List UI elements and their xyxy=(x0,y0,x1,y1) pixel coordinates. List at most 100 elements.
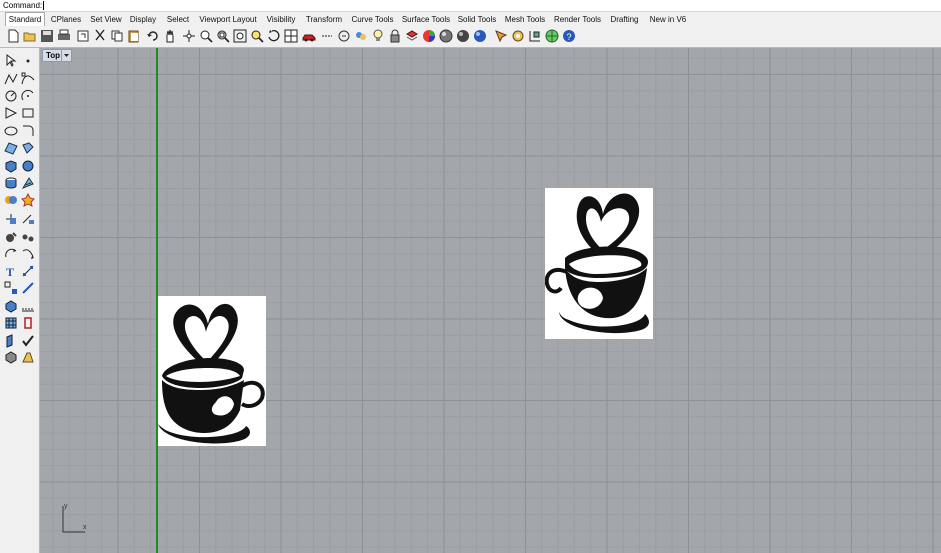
move-icon[interactable] xyxy=(4,212,18,226)
fillet-icon[interactable] xyxy=(21,124,35,138)
rotate-view-icon[interactable] xyxy=(267,29,281,43)
tab-surface-tools[interactable]: Surface Tools xyxy=(400,13,452,26)
sphere-icon[interactable] xyxy=(456,29,470,43)
paste-icon[interactable] xyxy=(127,29,141,43)
pan-icon[interactable] xyxy=(163,29,177,43)
lock-icon[interactable] xyxy=(388,29,402,43)
zoom-icon[interactable] xyxy=(199,29,213,43)
coffee-cup-picture[interactable] xyxy=(158,296,266,446)
check-icon[interactable] xyxy=(21,334,35,348)
curve-icon[interactable] xyxy=(21,72,35,86)
circle-icon[interactable] xyxy=(4,89,18,103)
standard-toolbar: ? xyxy=(0,26,941,48)
zoom-extents-icon[interactable] xyxy=(233,29,247,43)
tab-select[interactable]: Select xyxy=(164,13,192,26)
tab-solid-tools[interactable]: Solid Tools xyxy=(456,13,498,26)
mesh-grid-icon[interactable] xyxy=(4,316,18,330)
tab-new-in-v6[interactable]: New in V6 xyxy=(647,13,689,26)
coffee-cup-picture[interactable] xyxy=(544,188,653,339)
select-icon[interactable] xyxy=(320,29,334,43)
top-viewport[interactable]: Top y x xyxy=(40,48,941,553)
tab-standard[interactable]: Standard xyxy=(5,12,45,27)
point-icon[interactable] xyxy=(21,54,35,68)
grid-snap-icon[interactable] xyxy=(21,299,35,313)
light-icon[interactable] xyxy=(371,29,385,43)
circle-icon[interactable] xyxy=(337,29,351,43)
render-icon[interactable] xyxy=(439,29,453,43)
globe-icon[interactable] xyxy=(545,29,559,43)
tab-mesh-tools[interactable]: Mesh Tools xyxy=(503,13,547,26)
car-icon[interactable] xyxy=(302,29,316,43)
command-line[interactable]: Command: xyxy=(0,0,941,12)
polygon-icon[interactable] xyxy=(4,106,18,120)
viewport-menu-chevron-icon[interactable] xyxy=(61,49,72,62)
paint-icon[interactable] xyxy=(21,350,35,364)
print-icon[interactable] xyxy=(57,29,71,43)
color-icon[interactable] xyxy=(422,29,436,43)
viewport-layout-icon[interactable] xyxy=(284,29,298,43)
tools-icon[interactable] xyxy=(494,29,508,43)
coffee-cup-heart-image xyxy=(158,303,265,444)
ellipse-icon[interactable] xyxy=(4,124,18,138)
toolbar-tabs: Standard CPlanes Set View Display Select… xyxy=(0,12,941,27)
split-icon[interactable]: T xyxy=(4,264,18,278)
mesh-icon[interactable] xyxy=(21,176,35,190)
cage-icon[interactable] xyxy=(21,316,35,330)
render-settings-icon[interactable] xyxy=(4,350,18,364)
import-icon[interactable] xyxy=(76,29,90,43)
grid-snap-icon[interactable] xyxy=(528,29,542,43)
material-icon[interactable] xyxy=(473,29,487,43)
text-icon[interactable] xyxy=(4,230,18,244)
cut-icon[interactable] xyxy=(93,29,107,43)
trim-icon[interactable] xyxy=(21,247,35,261)
tab-curve-tools[interactable]: Curve Tools xyxy=(350,13,395,26)
tab-visibility[interactable]: Visibility xyxy=(263,13,299,26)
tab-viewport-layout[interactable]: Viewport Layout xyxy=(197,13,259,26)
open-icon[interactable] xyxy=(23,29,37,43)
undo-icon[interactable] xyxy=(146,29,160,43)
save-icon[interactable] xyxy=(40,29,54,43)
copy-icon[interactable] xyxy=(110,29,124,43)
help-icon[interactable]: ? xyxy=(562,29,576,43)
join-icon[interactable] xyxy=(21,264,35,278)
analyze-icon[interactable] xyxy=(4,334,18,348)
y-axis-label: y xyxy=(64,503,68,510)
surface-icon[interactable] xyxy=(4,141,18,155)
coffee-cup-heart-image xyxy=(544,193,649,334)
tab-cplanes[interactable]: CPlanes xyxy=(49,13,83,26)
tab-set-view[interactable]: Set View xyxy=(89,13,123,26)
box-icon[interactable] xyxy=(4,159,18,173)
command-caret xyxy=(43,1,44,10)
rotate-icon[interactable] xyxy=(182,29,196,43)
dimension-icon[interactable] xyxy=(4,281,18,295)
left-toolbar: T xyxy=(0,48,40,553)
svg-text:T: T xyxy=(6,265,14,278)
sphere-icon[interactable] xyxy=(21,159,35,173)
explode-icon[interactable] xyxy=(21,193,35,207)
polyline-icon[interactable] xyxy=(4,72,18,86)
properties-icon[interactable] xyxy=(21,281,35,295)
tab-transform[interactable]: Transform xyxy=(303,13,345,26)
scale-icon[interactable] xyxy=(21,230,35,244)
tab-display[interactable]: Display xyxy=(128,13,158,26)
copy-icon[interactable] xyxy=(21,212,35,226)
arc-icon[interactable] xyxy=(21,89,35,103)
tab-render-tools[interactable]: Render Tools xyxy=(553,13,602,26)
cylinder-icon[interactable] xyxy=(4,176,18,190)
layer-icon[interactable] xyxy=(4,299,18,313)
boolean-icon[interactable] xyxy=(4,193,18,207)
extrude-icon[interactable] xyxy=(21,141,35,155)
new-icon[interactable] xyxy=(6,29,20,43)
layer-icon[interactable] xyxy=(405,29,419,43)
x-axis-label: x xyxy=(83,524,87,531)
command-label: Command: xyxy=(3,1,43,10)
svg-text:?: ? xyxy=(567,32,572,42)
zoom-selected-icon[interactable] xyxy=(250,29,264,43)
tab-drafting[interactable]: Drafting xyxy=(608,13,641,26)
zoom-window-icon[interactable] xyxy=(216,29,230,43)
group-icon[interactable] xyxy=(354,29,368,43)
rectangle-icon[interactable] xyxy=(21,106,35,120)
select-arrow-icon[interactable] xyxy=(4,54,18,68)
array-icon[interactable] xyxy=(4,247,18,261)
settings-icon[interactable] xyxy=(511,29,525,43)
